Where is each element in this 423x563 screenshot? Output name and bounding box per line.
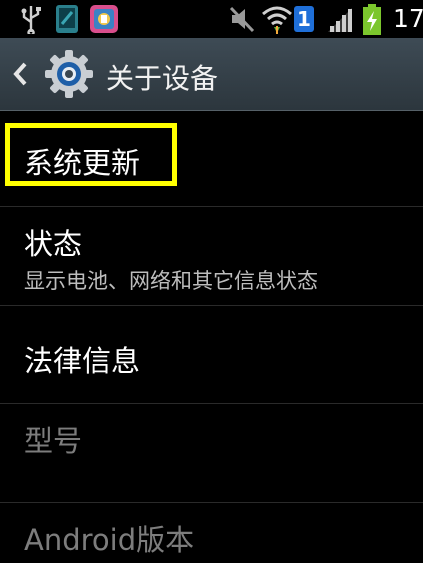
status-bar: 1 17: xyxy=(0,0,423,38)
back-arrow-icon[interactable] xyxy=(10,60,30,88)
list-item-title: Android版本 xyxy=(24,523,195,557)
list-item-android-version: Android版本 xyxy=(0,503,423,563)
signal-icon xyxy=(328,8,352,32)
settings-list: 系统更新 状态 显示电池、网络和其它信息状态 法律信息 型号 Android版本 xyxy=(0,110,423,563)
page-title: 关于设备 xyxy=(106,62,219,95)
list-item-title: 法律信息 xyxy=(24,344,141,378)
app-icon xyxy=(90,5,118,33)
tablet-icon xyxy=(56,5,78,33)
badge-count: 1 xyxy=(297,7,311,31)
list-item-title: 系统更新 xyxy=(24,146,141,180)
list-item-subtitle: 显示电池、网络和其它信息状态 xyxy=(24,269,318,293)
wifi-icon xyxy=(262,6,292,34)
notification-badge: 1 xyxy=(294,6,314,32)
list-item-title: 型号 xyxy=(24,424,83,458)
usb-icon xyxy=(21,6,41,34)
list-item-legal-info[interactable]: 法律信息 xyxy=(0,306,423,404)
clock: 17: xyxy=(393,4,423,33)
settings-gear-icon xyxy=(45,50,93,98)
battery-charging-icon xyxy=(363,4,381,35)
action-bar: 关于设备 xyxy=(0,38,423,111)
list-item-system-update[interactable]: 系统更新 xyxy=(0,110,423,207)
list-item-status[interactable]: 状态 显示电池、网络和其它信息状态 xyxy=(0,207,423,306)
list-item-title: 状态 xyxy=(24,227,83,261)
list-item-model: 型号 xyxy=(0,404,423,503)
mute-icon xyxy=(229,6,255,33)
